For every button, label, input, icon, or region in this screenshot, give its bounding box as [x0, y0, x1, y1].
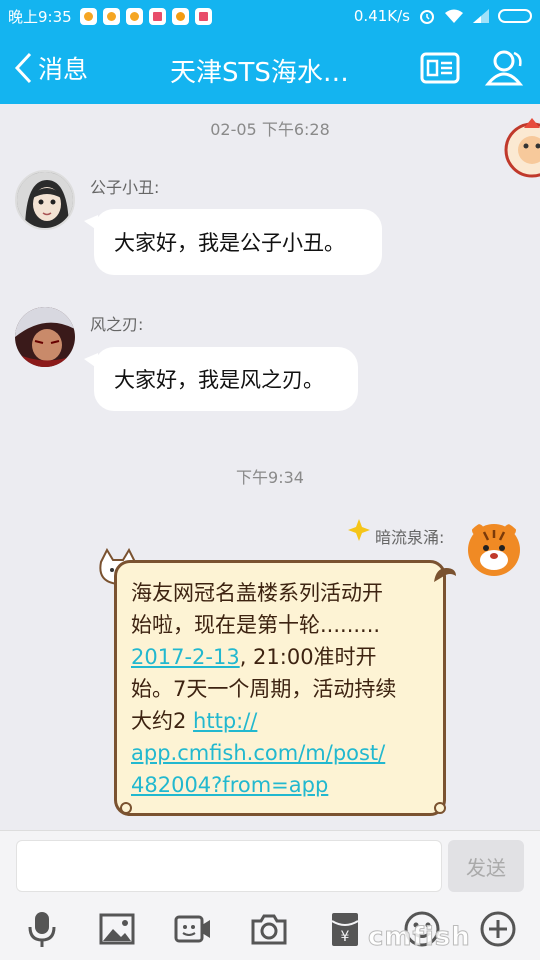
bubble-bottom-decoration-icon: [120, 802, 446, 814]
message-bubble[interactable]: 大家好，我是风之刃。: [84, 347, 358, 411]
message-line: 始啦，现在是第十轮.........: [131, 613, 381, 637]
notification-app-icon: [102, 7, 120, 25]
message-input[interactable]: [16, 840, 442, 892]
message-line: app.cmfish.com/m/post/: [131, 737, 429, 769]
message-line: 海友网冠名盖楼系列活动开: [131, 581, 383, 605]
url-link[interactable]: http://: [193, 709, 257, 733]
chat-header: 消息 天津STS海水…: [0, 32, 540, 104]
notification-app-icon: [79, 7, 97, 25]
notification-play-icon: [148, 7, 166, 25]
chevron-left-icon: [14, 52, 32, 84]
back-button[interactable]: 消息: [12, 50, 88, 86]
plus-icon[interactable]: [478, 909, 518, 949]
my-sender-name: 暗流泉涌:: [375, 528, 445, 547]
profile-card-icon[interactable]: [418, 46, 462, 90]
notification-app-icon: [125, 7, 143, 25]
date-link[interactable]: 2017-2-13: [131, 645, 240, 669]
avatar-warrior-icon: [15, 307, 75, 367]
video-call-icon[interactable]: [173, 909, 213, 949]
signal-icon: [473, 9, 489, 23]
timestamp: 下午9:34: [236, 468, 304, 487]
notification-app-icon: [171, 7, 189, 25]
sender-name: 公子小丑:: [90, 178, 160, 197]
chat-title: 天津STS海水…: [170, 58, 349, 88]
group-members-icon[interactable]: [484, 46, 528, 90]
sender-name: 风之刃:: [90, 315, 144, 334]
bubble-tail-decoration-icon: [434, 568, 456, 582]
status-time: 晚上9:35: [8, 7, 72, 26]
message-text: 大约2: [131, 709, 194, 733]
message-line: 大约2 http://: [131, 705, 429, 737]
image-icon[interactable]: [97, 909, 137, 949]
floating-mascot-icon[interactable]: [502, 114, 540, 188]
avatar[interactable]: [15, 170, 75, 230]
timestamp: 02-05 下午6:28: [210, 120, 330, 139]
url-link[interactable]: 482004?from=app: [131, 773, 328, 797]
notification-play-icon: [194, 7, 212, 25]
microphone-icon[interactable]: [22, 909, 62, 949]
alarm-icon: [420, 10, 434, 24]
send-button[interactable]: 发送: [448, 840, 524, 892]
watermark: cmfish: [368, 922, 471, 953]
camera-icon[interactable]: [249, 909, 289, 949]
url-link[interactable]: app.cmfish.com/m/post/: [131, 741, 385, 765]
avatar[interactable]: [15, 307, 75, 367]
avatar-girl-icon: [17, 172, 73, 228]
avatar-tiger-icon: [464, 520, 524, 580]
diamond-badge-icon: [348, 519, 370, 541]
my-avatar[interactable]: [464, 520, 524, 580]
battery-icon: [498, 9, 532, 23]
red-packet-icon[interactable]: ¥: [325, 909, 365, 949]
svg-text:¥: ¥: [341, 929, 350, 945]
my-message-bubble[interactable]: 海友网冠名盖楼系列活动开 始啦，现在是第十轮......... 2017-2-1…: [114, 560, 446, 816]
message-line: 2017-2-13, 21:00准时开: [131, 641, 429, 673]
network-speed: 0.41K/s: [353, 7, 410, 25]
status-bar: 晚上9:35 0.41K/s: [0, 0, 540, 32]
chat-area[interactable]: 02-05 下午6:28 公子小丑: 大家好，我是公子小丑。 风之刃: 大家好，…: [0, 104, 540, 830]
message-text: , 21:00准时开: [239, 645, 377, 669]
wifi-icon: [445, 9, 463, 23]
message-line: 482004?from=app: [131, 769, 429, 801]
message-line: 始。7天一个周期，活动持续: [131, 677, 397, 701]
back-label: 消息: [38, 55, 89, 84]
message-bubble[interactable]: 大家好，我是公子小丑。: [84, 209, 382, 275]
